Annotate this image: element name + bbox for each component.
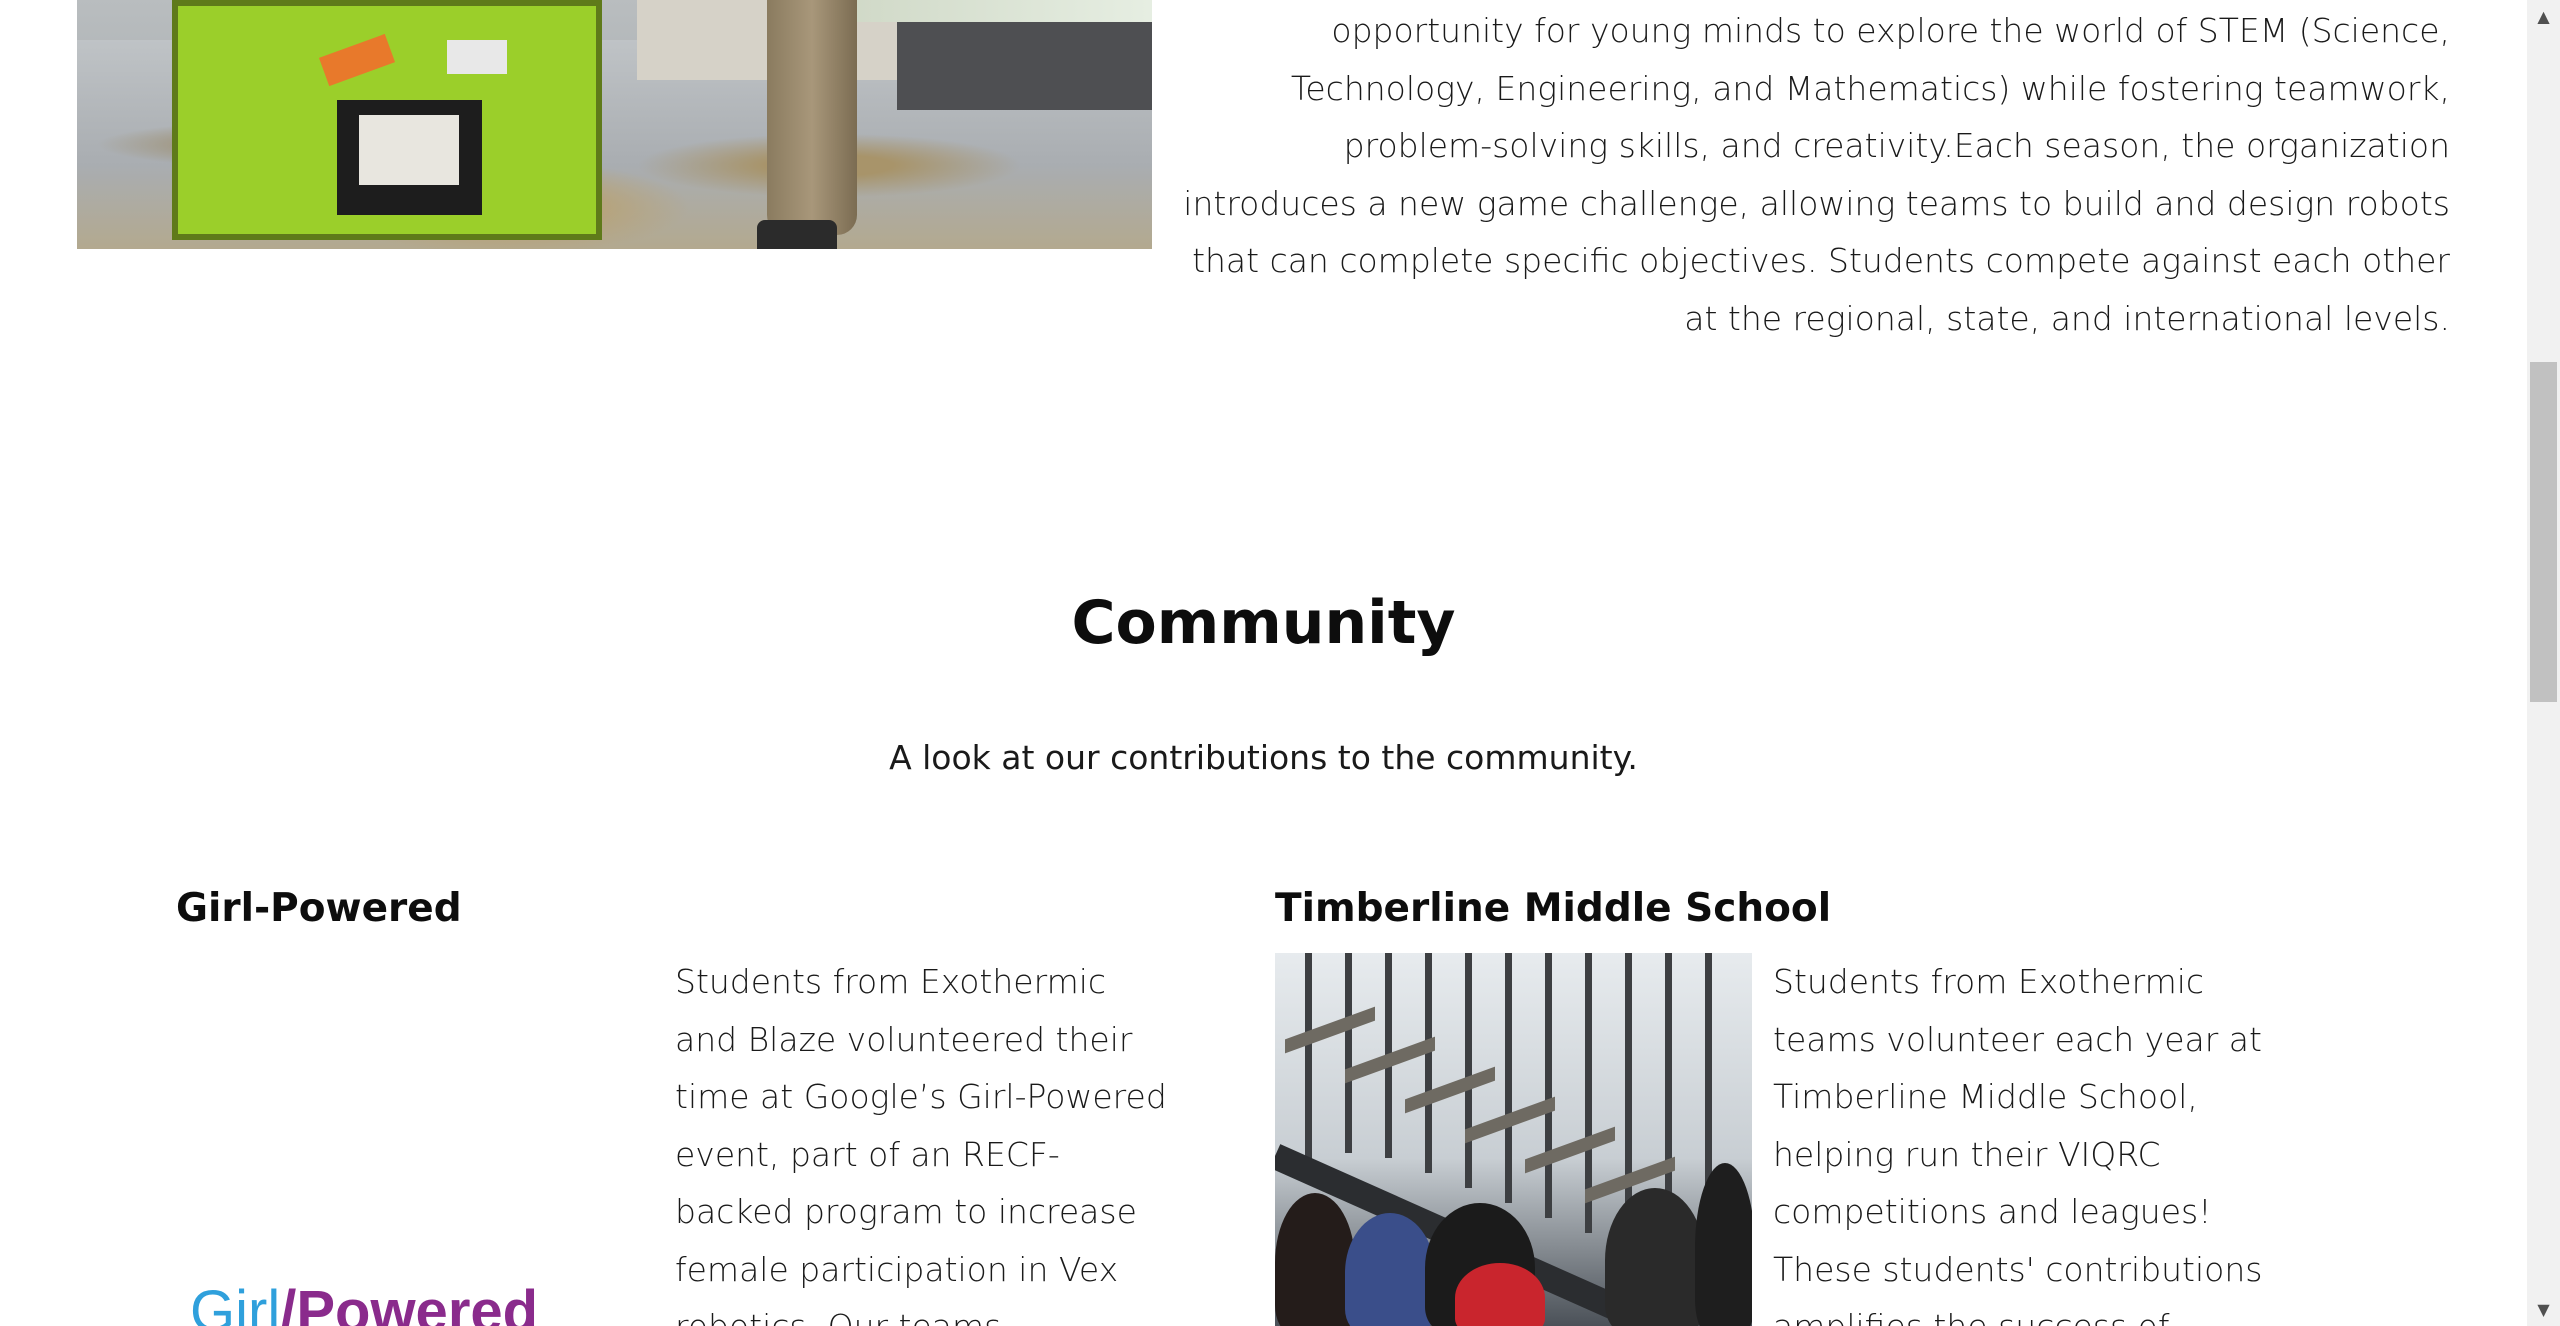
- page: opportunity for young minds to explore t…: [0, 0, 2560, 1326]
- timberline-photo: [1275, 953, 1752, 1326]
- timberline-title: Timberline Middle School: [1275, 886, 1832, 931]
- girl-powered-title: Girl-Powered: [176, 886, 462, 931]
- girl-powered-text: Students from Exothermic and Blaze volun…: [675, 962, 1167, 1326]
- timberline-text: Students from Exothermic teams volunteer…: [1773, 962, 2263, 1326]
- vertical-scrollbar[interactable]: ▲ ▼: [2527, 0, 2560, 1326]
- community-heading: Community: [1071, 588, 1456, 658]
- scroll-up-icon[interactable]: ▲: [2527, 0, 2560, 33]
- intro-paragraph: opportunity for young minds to explore t…: [1183, 11, 2450, 338]
- girl-powered-logo: Girl/Powered: [190, 1280, 539, 1326]
- community-subtitle: A look at our contributions to the commu…: [889, 738, 1638, 777]
- scrollbar-thumb[interactable]: [2530, 362, 2557, 702]
- scroll-down-icon[interactable]: ▼: [2527, 1293, 2560, 1326]
- robot-crate-photo: [77, 0, 1152, 249]
